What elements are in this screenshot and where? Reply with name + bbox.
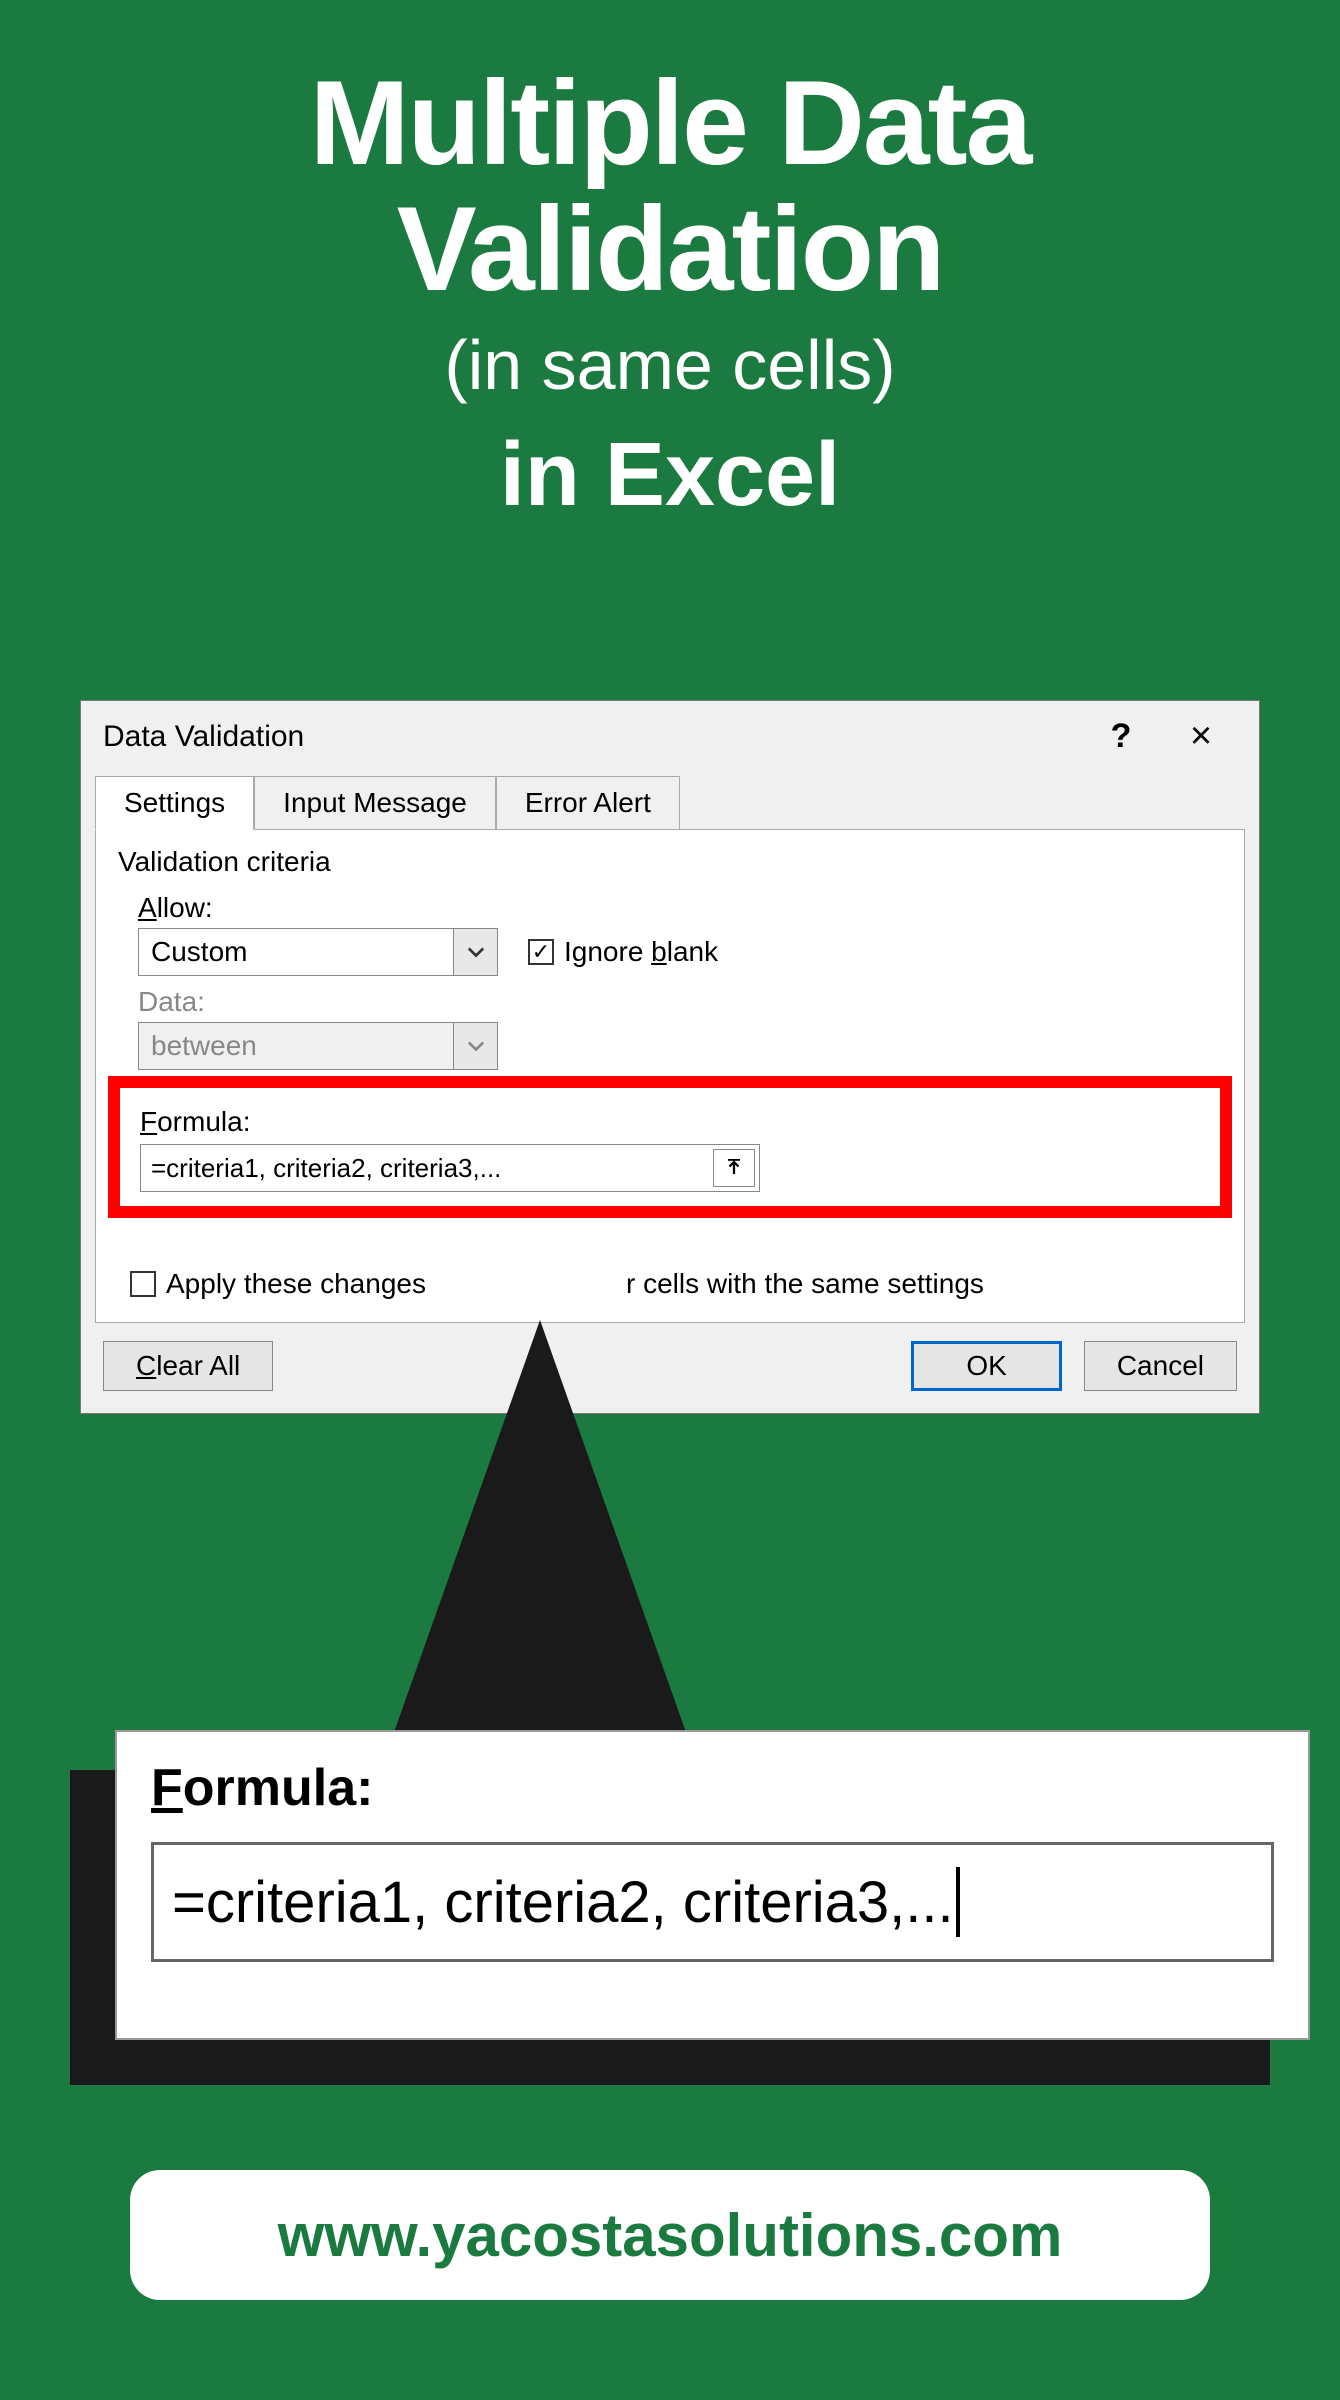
cancel-button[interactable]: Cancel bbox=[1084, 1341, 1237, 1391]
zoom-input[interactable]: =criteria1, criteria2, criteria3,... bbox=[151, 1842, 1274, 1962]
allow-select[interactable]: Custom bbox=[138, 928, 498, 976]
tab-input-message[interactable]: Input Message bbox=[254, 776, 496, 830]
checkbox-icon bbox=[130, 1271, 156, 1297]
apply-row: Apply these changes r cells with the sam… bbox=[118, 1268, 1222, 1300]
tab-body: Validation criteria Allow: Custom ✓ Igno… bbox=[95, 829, 1245, 1323]
hero-line4: in Excel bbox=[0, 421, 1340, 529]
hero-line1: Multiple Data bbox=[0, 60, 1340, 186]
tab-error-alert[interactable]: Error Alert bbox=[496, 776, 680, 830]
range-picker-icon[interactable] bbox=[713, 1149, 755, 1187]
formula-label: Formula: bbox=[140, 1106, 1208, 1138]
formula-value: =criteria1, criteria2, criteria3,... bbox=[141, 1153, 713, 1184]
url-text: www.yacostasolutions.com bbox=[278, 2201, 1063, 2270]
apply-label-pre: Apply these changes bbox=[166, 1268, 426, 1300]
dialog-titlebar: Data Validation ? × bbox=[81, 701, 1259, 772]
formula-zoom: Formula: =criteria1, criteria2, criteria… bbox=[115, 1730, 1310, 2040]
callout-arrow-icon bbox=[370, 1320, 710, 1800]
ok-button[interactable]: OK bbox=[911, 1341, 1061, 1391]
hero-line2: Validation bbox=[0, 186, 1340, 312]
hero-line3: (in same cells) bbox=[0, 320, 1340, 411]
text-cursor-icon bbox=[956, 1867, 960, 1937]
data-label: Data: bbox=[138, 986, 1222, 1018]
url-pill[interactable]: www.yacostasolutions.com bbox=[130, 2170, 1210, 2300]
formula-input[interactable]: =criteria1, criteria2, criteria3,... bbox=[140, 1144, 760, 1192]
ignore-blank-checkbox[interactable]: ✓ Ignore blank bbox=[528, 936, 718, 968]
dialog-title: Data Validation bbox=[103, 720, 1081, 754]
data-validation-dialog: Data Validation ? × Settings Input Messa… bbox=[80, 700, 1260, 1414]
apply-label-post: r cells with the same settings bbox=[626, 1268, 984, 1300]
zoom-label: Formula: bbox=[151, 1758, 1274, 1818]
formula-highlight: Formula: =criteria1, criteria2, criteria… bbox=[108, 1076, 1232, 1218]
section-title: Validation criteria bbox=[118, 846, 1222, 878]
hero-title: Multiple Data Validation (in same cells)… bbox=[0, 0, 1340, 529]
ignore-blank-label: Ignore blank bbox=[564, 936, 718, 968]
close-button[interactable]: × bbox=[1161, 715, 1241, 758]
data-value: between bbox=[139, 1030, 453, 1062]
apply-checkbox[interactable]: Apply these changes bbox=[130, 1268, 426, 1300]
clear-all-button[interactable]: Clear All bbox=[103, 1341, 273, 1391]
allow-value: Custom bbox=[139, 936, 453, 968]
chevron-down-icon bbox=[453, 1023, 497, 1069]
data-select: between bbox=[138, 1022, 498, 1070]
zoom-value: =criteria1, criteria2, criteria3,... bbox=[172, 1869, 954, 1936]
tab-settings[interactable]: Settings bbox=[95, 776, 254, 830]
help-button[interactable]: ? bbox=[1081, 717, 1161, 756]
checkmark-icon: ✓ bbox=[528, 939, 554, 965]
tab-strip: Settings Input Message Error Alert bbox=[81, 776, 1259, 830]
chevron-down-icon bbox=[453, 929, 497, 975]
allow-label: Allow: bbox=[138, 892, 1222, 924]
